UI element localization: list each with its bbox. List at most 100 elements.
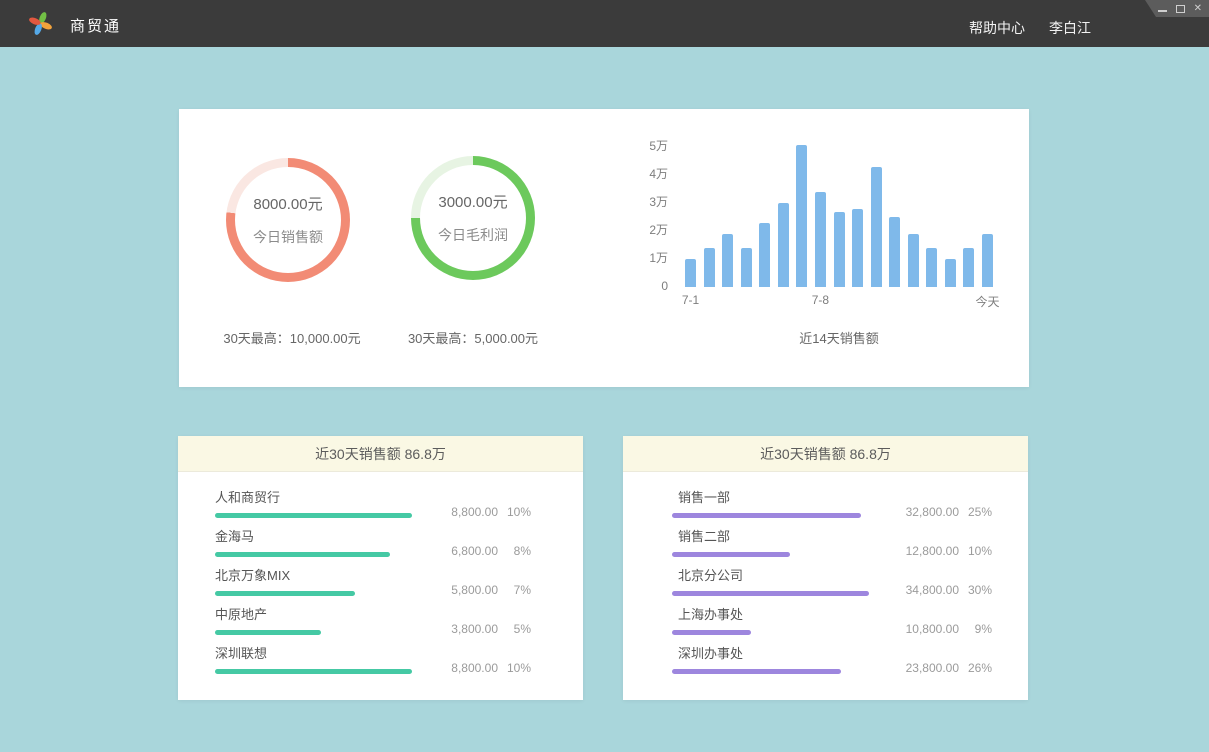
y-axis-tick: 2万 [634, 224, 668, 236]
rank-item-values: 10,800.009% [879, 622, 992, 636]
rank-item-value: 12,800.00 [879, 544, 959, 558]
bar [815, 192, 826, 287]
rank-item: 销售二部12,800.0010% [672, 529, 992, 557]
rank-item-label: 上海办事处 [678, 607, 992, 623]
minimize-icon[interactable] [1158, 10, 1167, 12]
rank-item: 中原地产3,800.005% [215, 607, 531, 635]
rank-item-value: 6,800.00 [418, 544, 498, 558]
bar [759, 223, 770, 287]
rank-item: 深圳办事处23,800.0026% [672, 646, 992, 674]
rank-item-percent: 25% [959, 505, 992, 519]
rank-item-percent: 30% [959, 583, 992, 597]
donut-today-profit: 3000.00元 今日毛利润 [411, 156, 535, 280]
bar [871, 167, 882, 287]
rank-item-label: 北京分公司 [678, 568, 992, 584]
bar [852, 209, 863, 287]
maximize-icon[interactable] [1176, 5, 1185, 13]
window-controls: ✕ [1145, 0, 1209, 17]
rank-item-percent: 8% [498, 544, 531, 558]
rank-item-percent: 7% [498, 583, 531, 597]
titlebar-menu: 帮助中心 李白江 [969, 18, 1091, 38]
bar [704, 248, 715, 287]
bar [778, 203, 789, 287]
ranking-card-customers-title: 近30天销售额 86.8万 [178, 436, 583, 472]
rank-item-percent: 5% [498, 622, 531, 636]
rank-item-bar [215, 630, 321, 635]
rank-item-label: 销售二部 [678, 529, 992, 545]
rank-item-bar [215, 552, 390, 557]
x-axis-label: 7-1 [682, 293, 699, 307]
x-axis-label: 7-8 [812, 293, 829, 307]
donut-today-profit-center: 3000.00元 今日毛利润 [420, 165, 526, 271]
rank-item-values: 6,800.008% [418, 544, 531, 558]
rank-item-values: 5,800.007% [418, 583, 531, 597]
rank-item: 上海办事处10,800.009% [672, 607, 992, 635]
rank-item-value: 34,800.00 [879, 583, 959, 597]
rank-item: 北京万象MIX5,800.007% [215, 568, 531, 596]
rank-item-percent: 10% [498, 661, 531, 675]
rank-item-values: 8,800.0010% [418, 505, 531, 519]
help-center-link[interactable]: 帮助中心 [969, 18, 1025, 38]
rank-item: 北京分公司34,800.0030% [672, 568, 992, 596]
bar [889, 217, 900, 287]
rank-item-value: 5,800.00 [418, 583, 498, 597]
rank-item-label: 深圳办事处 [678, 646, 992, 662]
rank-item: 深圳联想8,800.0010% [215, 646, 531, 674]
bar-chart-x-axis: 7-17-8今天 [685, 293, 993, 307]
rank-item-label: 金海马 [215, 529, 531, 545]
rank-item-bar [215, 591, 355, 596]
rank-item-bar [672, 591, 869, 596]
user-name-link[interactable]: 李白江 [1049, 18, 1091, 38]
rank-item-bar [672, 513, 861, 518]
bar [926, 248, 937, 287]
rank-item-percent: 10% [959, 544, 992, 558]
today-profit-label: 今日毛利润 [438, 225, 508, 245]
y-axis-tick: 3万 [634, 196, 668, 208]
rank-item-percent: 26% [959, 661, 992, 675]
today-sales-label: 今日销售额 [253, 227, 323, 247]
y-axis-tick: 1万 [634, 252, 668, 264]
ranking-card-customers-list: 人和商贸行8,800.0010%金海马6,800.008%北京万象MIX5,80… [178, 472, 583, 674]
bar [834, 212, 845, 287]
bar [722, 234, 733, 287]
rank-item-values: 23,800.0026% [879, 661, 992, 675]
y-axis-tick: 4万 [634, 168, 668, 180]
rank-item-bar [672, 669, 841, 674]
rank-item-values: 34,800.0030% [879, 583, 992, 597]
rank-item-bar [215, 669, 412, 674]
rank-item-label: 北京万象MIX [215, 568, 531, 584]
rank-item-percent: 9% [959, 622, 992, 636]
rank-item-label: 中原地产 [215, 607, 531, 623]
donut-today-sales-center: 8000.00元 今日销售额 [235, 167, 341, 273]
rank-item: 金海马6,800.008% [215, 529, 531, 557]
rank-item: 人和商贸行8,800.0010% [215, 490, 531, 518]
rank-item-values: 32,800.0025% [879, 505, 992, 519]
rank-item-percent: 10% [498, 505, 531, 519]
close-icon[interactable]: ✕ [1194, 4, 1202, 14]
bar-chart-title: 近14天销售额 [685, 328, 993, 347]
titlebar: 商贸通 帮助中心 李白江 ✕ [0, 0, 1209, 47]
rank-item: 销售一部32,800.0025% [672, 490, 992, 518]
x-axis-label: 今天 [975, 293, 999, 310]
bar [982, 234, 993, 287]
today-sales-value: 8000.00元 [253, 193, 322, 214]
app-title: 商贸通 [70, 15, 121, 36]
y-axis-tick: 0 [634, 280, 668, 292]
bar [741, 248, 752, 287]
rank-item-bar [672, 630, 751, 635]
y-axis-tick: 5万 [634, 140, 668, 152]
rank-item-label: 销售一部 [678, 490, 992, 506]
bar-chart-bars [685, 142, 993, 287]
app-logo-pinwheel-icon [27, 10, 54, 37]
rank-item-value: 10,800.00 [879, 622, 959, 636]
kpi-card: 8000.00元 今日销售额 30天最高：10,000.00元 3000.00元… [179, 109, 1029, 387]
rank-item-value: 23,800.00 [879, 661, 959, 675]
rank-item-value: 3,800.00 [418, 622, 498, 636]
bar [685, 259, 696, 287]
rank-item-label: 深圳联想 [215, 646, 531, 662]
rank-item-label: 人和商贸行 [215, 490, 531, 506]
ranking-card-departments-list: 销售一部32,800.0025% 销售二部12,800.0010% 北京分公司34,… [623, 472, 1028, 674]
rank-item-values: 12,800.0010% [879, 544, 992, 558]
ranking-card-customers: 近30天销售额 86.8万 人和商贸行8,800.0010%金海马6,800.0… [178, 436, 583, 700]
rank-item-value: 8,800.00 [418, 661, 498, 675]
